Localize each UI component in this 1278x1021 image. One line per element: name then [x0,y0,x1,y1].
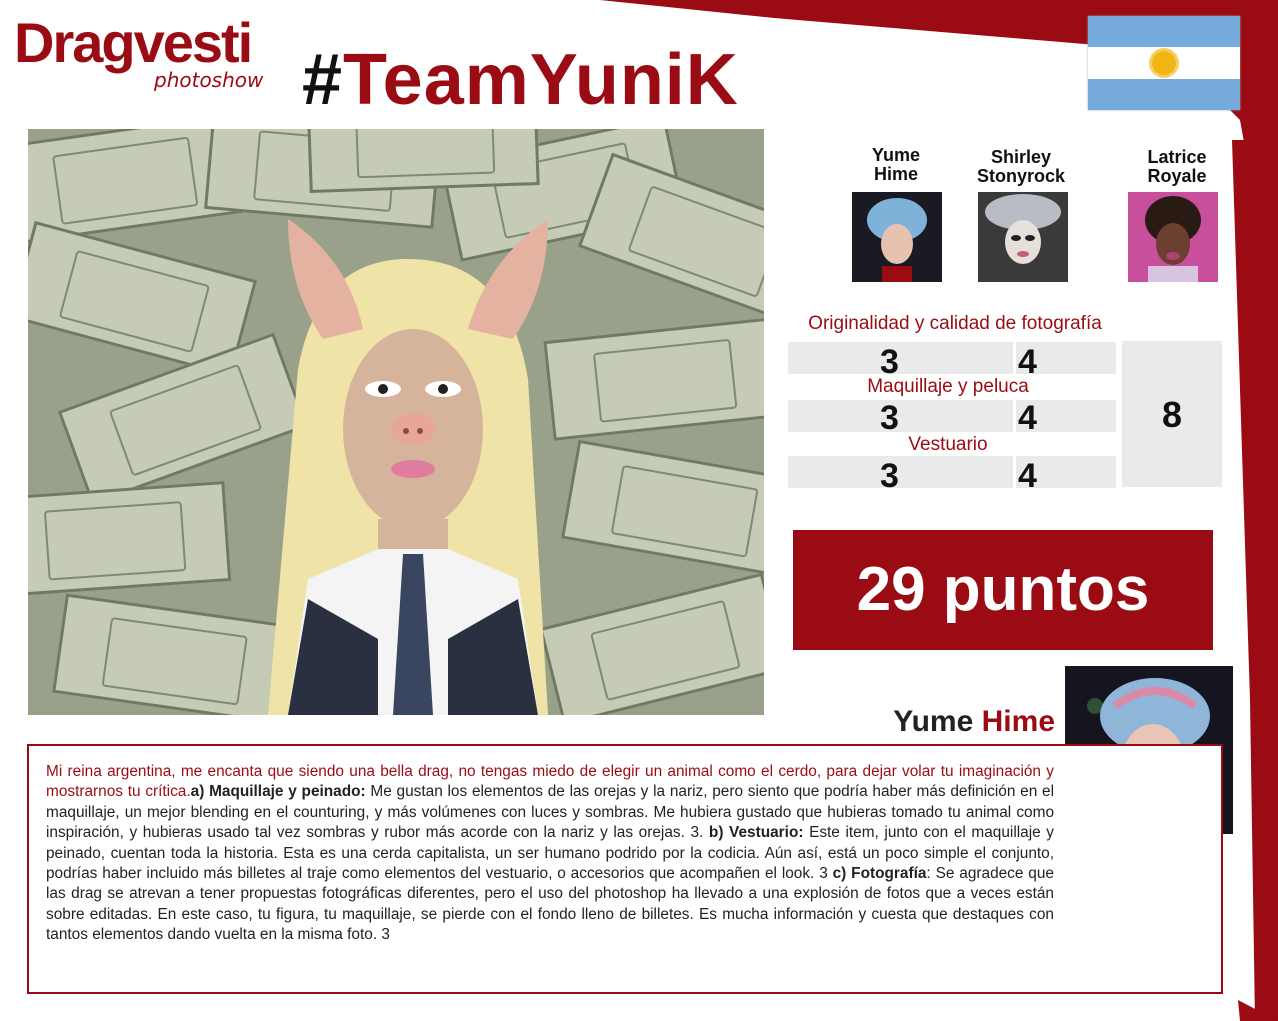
critique-c-label: c) Fotografía [832,865,927,883]
judge-2-first: Shirley [990,147,1052,167]
judge-avatar-3 [1128,192,1218,282]
contestant-photo [28,129,764,715]
score-1b: 4 [1018,343,1037,381]
pig-drag-figure [268,219,548,715]
hashtag-symbol: # [302,40,344,120]
sun-of-may-icon [1152,51,1176,75]
featured-judge-name: Yume Hime [840,705,1055,739]
judge-avatar-1 [852,192,942,282]
score-box-3a [788,456,1013,488]
team-hashtag: #TeamYuniK [302,44,739,116]
critique-a-label: a) Maquillaje y peinado: [190,783,366,801]
score-2a: 3 [880,399,899,437]
logo-sub-text: photoshow [154,68,264,92]
score-2b: 4 [1018,399,1037,437]
critique-text: Mi reina argentina, me encanta que siend… [46,762,1054,946]
criterion-label-1: Originalidad y calidad de fotografía [808,313,1102,334]
total-points-banner: 29 puntos [793,530,1213,650]
score-3b: 4 [1018,457,1037,495]
dragvesti-logo: Dragvesti photoshow [14,10,264,92]
third-judge-score: 8 [1161,394,1183,435]
judge-1-last: Hime [873,164,918,184]
logo-main-text: Dragvesti [14,11,253,74]
critique-box: Mi reina argentina, me encanta que siend… [27,744,1223,994]
judge-1-first: Yume [871,145,921,165]
judge-name-2: Shirley Stonyrock [961,148,1081,186]
argentina-flag-icon [1088,16,1240,110]
judge-name-3: Latrice Royale [1117,148,1237,186]
judge-name-1: Yume Hime [836,146,956,184]
score-box-2a [788,400,1013,432]
critique-b-label: b) Vestuario: [708,824,804,842]
score-3a: 3 [880,457,899,495]
criterion-label-2: Maquillaje y peluca [867,376,1029,397]
criterion-label-3: Vestuario [908,434,988,455]
score-box-1a [788,342,1013,374]
featured-first-name: Yume [893,705,974,738]
score-1a: 3 [880,343,899,381]
hashtag-team-name: TeamYuniK [343,40,739,120]
judge-avatar-2 [978,192,1068,282]
judge-3-first: Latrice [1147,147,1207,167]
featured-last-name: Hime [981,705,1055,738]
judge-2-last: Stonyrock [976,166,1066,186]
judge-3-last: Royale [1147,166,1207,186]
